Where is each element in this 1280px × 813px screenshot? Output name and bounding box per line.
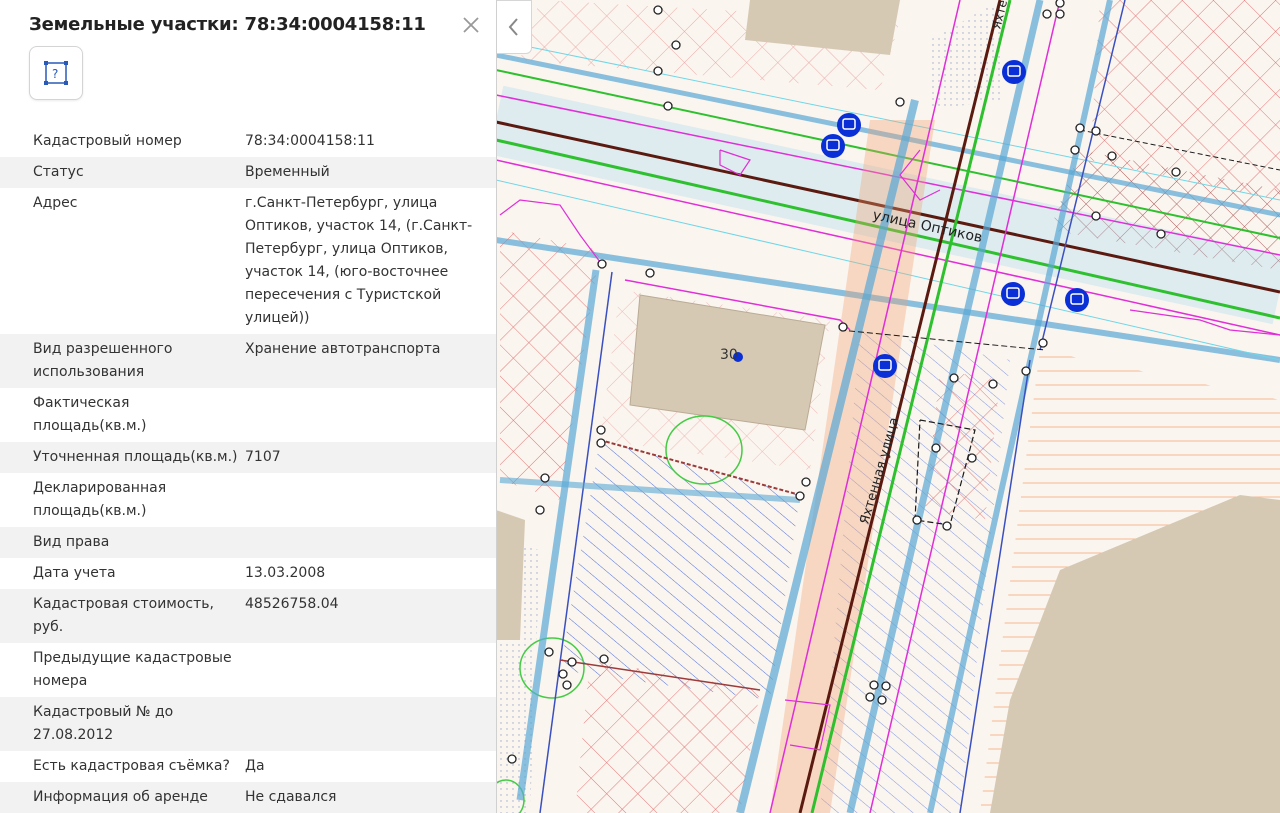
attribute-value: 13.03.2008: [245, 565, 326, 581]
attribute-row: Есть кадастровая съёмка? Да: [0, 751, 496, 782]
attribute-row: Статус Временный: [0, 157, 496, 188]
attribute-label: Адрес: [33, 195, 78, 211]
chevron-left-icon: [508, 18, 518, 36]
attribute-row: Декларированная площадь(кв.м.): [0, 473, 496, 527]
attribute-label: Статус: [33, 164, 84, 180]
attribute-label: Дата учета: [33, 565, 116, 581]
bus-stop-icon[interactable]: [1002, 60, 1026, 84]
info-panel: Земельные участки: 78:34:0004158:11 ? Ка…: [0, 0, 497, 813]
attribute-row: Вид разрешенного использования Хранение а…: [0, 334, 496, 388]
collapse-panel-button[interactable]: [497, 0, 532, 54]
attribute-value: [245, 643, 496, 697]
bus-stop-icon[interactable]: [837, 113, 861, 137]
attribute-row: Кадастровый № до 27.08.2012: [0, 697, 496, 751]
close-icon[interactable]: [460, 14, 482, 36]
attribute-row: Информация об аренде Не сдавался: [0, 782, 496, 813]
attribute-value: [245, 697, 496, 751]
bus-stop-icon[interactable]: [821, 134, 845, 158]
attribute-value: [245, 473, 496, 527]
attribute-label: Предыдущие кадастровые номера: [33, 650, 232, 689]
attribute-label: Вид права: [33, 534, 110, 550]
attribute-row: Фактическая площадь(кв.м.): [0, 388, 496, 442]
attribute-label: Кадастровый № до 27.08.2012: [33, 704, 174, 743]
attribute-value: Не сдавался: [245, 789, 337, 805]
parcel-info-button[interactable]: ?: [29, 46, 83, 100]
attribute-value: 7107: [245, 449, 281, 465]
svg-text:?: ?: [52, 67, 58, 81]
attribute-row: Дата учета 13.03.2008: [0, 558, 496, 589]
attribute-label: Уточненная площадь(кв.м.): [33, 449, 238, 465]
bus-stop-icon[interactable]: [1001, 282, 1025, 306]
bus-stop-icon[interactable]: [873, 354, 897, 378]
attribute-label: Кадастровая стоимость, руб.: [33, 596, 214, 635]
attribute-row: Уточненная площадь(кв.м.) 7107: [0, 442, 496, 473]
attribute-row: Предыдущие кадастровые номера: [0, 643, 496, 697]
attribute-label: Фактическая площадь(кв.м.): [33, 395, 147, 434]
building-number: 30: [720, 347, 738, 363]
attribute-label: Вид разрешенного использования: [33, 341, 173, 380]
attribute-label: Кадастровый номер: [33, 133, 182, 149]
bus-stop-icon[interactable]: [1065, 288, 1089, 312]
attribute-value: [245, 388, 496, 442]
attribute-value: Хранение автотранспорта: [245, 341, 441, 357]
attributes-table: Кадастровый номер 78:34:0004158:11 Статус В…: [0, 128, 496, 813]
attribute-label: Информация об аренде: [33, 789, 208, 805]
panel-title: Земельные участки: 78:34:0004158:11: [29, 14, 426, 35]
attribute-value: 78:34:0004158:11: [245, 133, 375, 149]
attribute-row: Вид права: [0, 527, 496, 558]
attribute-label: Есть кадастровая съёмка?: [33, 758, 230, 774]
attribute-value: 48526758.04: [245, 596, 339, 612]
attribute-row: Адрес г.Санкт-Петербург, улица Оптиков, у…: [0, 188, 496, 334]
attribute-value: Временный: [245, 164, 330, 180]
attribute-value: Да: [245, 758, 265, 774]
attribute-row: Кадастровая стоимость, руб. 48526758.04: [0, 589, 496, 643]
parcel-question-icon: ?: [44, 61, 68, 85]
attribute-label: Декларированная площадь(кв.м.): [33, 480, 167, 519]
attribute-value: [245, 527, 496, 558]
attribute-row: Кадастровый номер 78:34:0004158:11: [0, 128, 496, 157]
attribute-value: г.Санкт-Петербург, улица Оптиков, участо…: [245, 195, 473, 326]
